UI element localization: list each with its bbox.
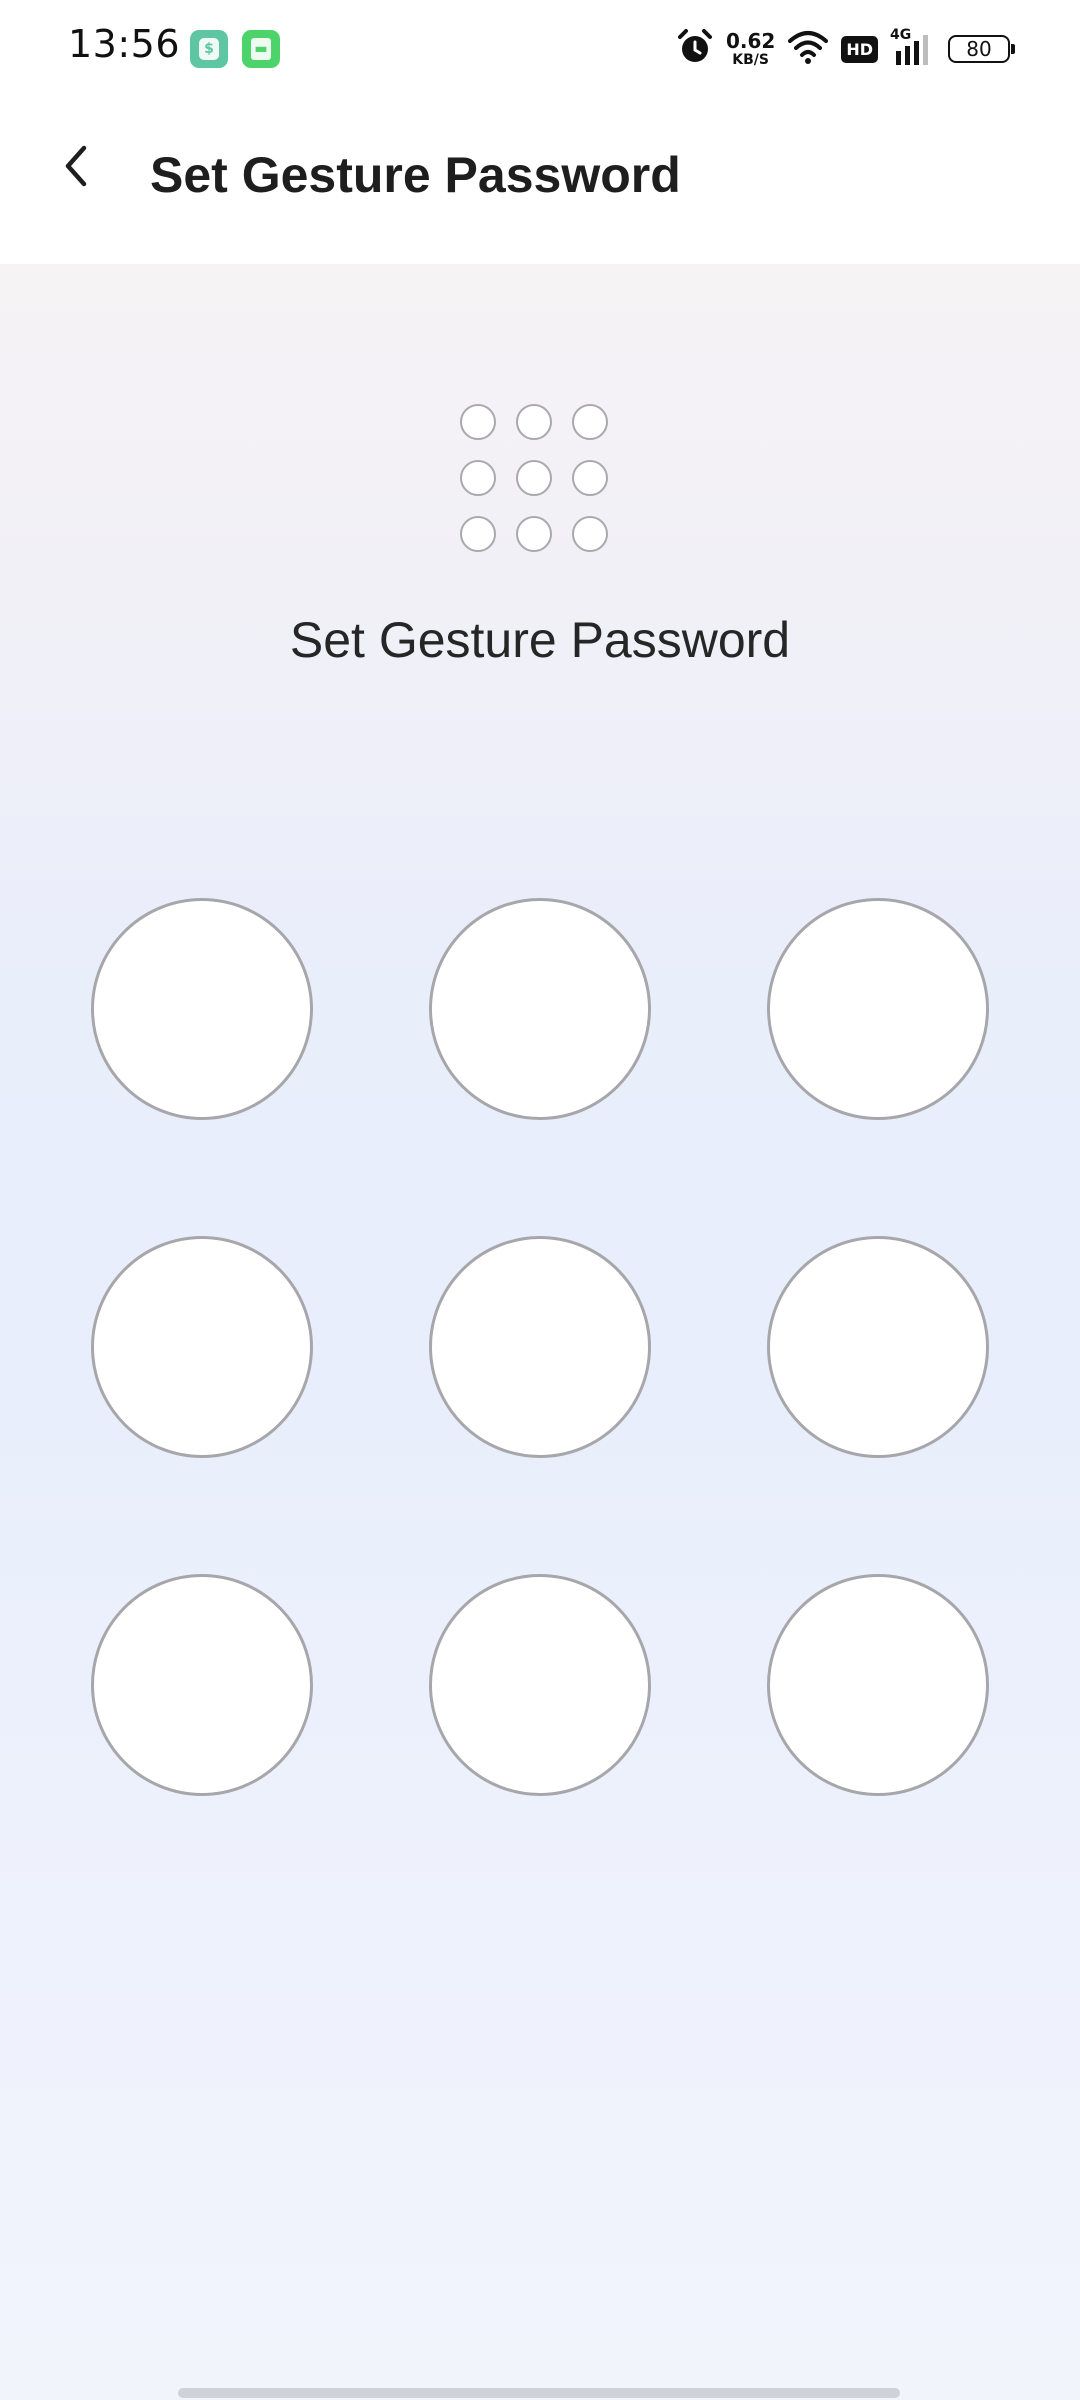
preview-dot — [460, 404, 496, 440]
preview-dot — [572, 404, 608, 440]
signal-icon: 4G — [890, 27, 936, 67]
preview-dot — [460, 516, 496, 552]
pattern-node-7[interactable] — [91, 1574, 313, 1796]
chevron-left-icon — [56, 142, 96, 195]
preview-dot — [572, 516, 608, 552]
pattern-node-9[interactable] — [767, 1574, 989, 1796]
gesture-prompt: Set Gesture Password — [289, 612, 791, 668]
status-icons: 0.62 KB/S HD 4G 80 — [676, 26, 1015, 72]
gesture-setup-area: Set Gesture Password — [0, 264, 1080, 2400]
pattern-node-2[interactable] — [429, 898, 651, 1120]
pattern-node-5[interactable] — [429, 1236, 651, 1458]
app-header: Set Gesture Password — [0, 96, 1080, 264]
pattern-preview — [460, 404, 620, 564]
preview-dot — [516, 460, 552, 496]
wifi-icon — [787, 29, 829, 70]
status-bar: 13:56 $ ▬ 0.62 KB/S HD 4G 80 — [0, 0, 1080, 96]
pattern-node-6[interactable] — [767, 1236, 989, 1458]
preview-dot — [572, 460, 608, 496]
pattern-node-3[interactable] — [767, 898, 989, 1120]
preview-dot — [516, 404, 552, 440]
preview-dot — [516, 516, 552, 552]
status-time: 13:56 — [68, 22, 181, 66]
message-app-icon: ▬ — [242, 30, 280, 68]
hd-badge: HD — [841, 35, 878, 63]
alarm-icon — [676, 28, 714, 71]
back-button[interactable] — [44, 136, 108, 200]
pattern-node-1[interactable] — [91, 898, 313, 1120]
shield-app-icon: $ — [190, 30, 228, 68]
page-title: Set Gesture Password — [150, 147, 681, 203]
network-speed-unit: KB/S — [732, 52, 769, 68]
gesture-pattern-grid[interactable] — [91, 898, 989, 1796]
network-speed: 0.62 KB/S — [726, 31, 775, 67]
network-speed-value: 0.62 — [725, 29, 776, 53]
pattern-node-8[interactable] — [429, 1574, 651, 1796]
battery-indicator: 80 — [948, 35, 1015, 63]
pattern-node-4[interactable] — [91, 1236, 313, 1458]
home-indicator[interactable] — [178, 2388, 900, 2398]
preview-dot — [460, 460, 496, 496]
